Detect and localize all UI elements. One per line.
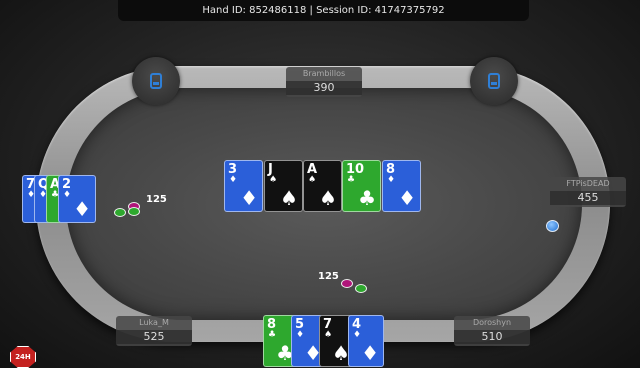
board-card: J ♠ ♠ [264, 160, 303, 212]
diamonds-icon: ♦ [240, 186, 258, 210]
chip-icon [355, 284, 367, 293]
board-card: A ♠ ♠ [303, 160, 342, 212]
diamonds-icon: ♦ [353, 330, 362, 340]
hero-card: 4 ♦ ♦ [348, 315, 384, 367]
chip-icon [114, 208, 126, 217]
hand-info-bar: Hand ID: 852486118 | Session ID: 4174737… [118, 0, 529, 21]
player-name: Luka_M [139, 318, 169, 327]
timer-badge[interactable]: 24H [10, 346, 36, 368]
diamonds-icon: ♦ [387, 175, 396, 185]
player-right[interactable]: FTPisDEAD 455 [550, 177, 626, 207]
player-bottom-left[interactable]: Luka_M 525 [116, 316, 192, 346]
seat-icon [488, 73, 500, 89]
clubs-icon: ♣ [268, 330, 277, 340]
player-name: Brambillos [302, 69, 346, 78]
board-card: 3 ♦ ♦ [224, 160, 263, 212]
player-top[interactable]: Brambillos 390 [286, 67, 362, 97]
spades-icon: ♠ [319, 186, 337, 210]
player-stack: 525 [116, 330, 192, 344]
player-stack: 455 [550, 191, 626, 205]
bet-amount: 125 [318, 271, 339, 282]
dealer-button [546, 220, 559, 232]
bet-amount: 125 [146, 194, 167, 205]
player-stack: 510 [454, 330, 530, 344]
spades-icon: ♠ [308, 175, 317, 185]
player-name: FTPisDEAD [566, 179, 610, 188]
spades-icon: ♠ [324, 330, 333, 340]
diamonds-icon: ♦ [296, 330, 305, 340]
diamonds-icon: ♦ [361, 341, 379, 365]
seat-icon [150, 73, 162, 89]
board-card: 10 ♣ ♣ [342, 160, 381, 212]
player-stack: 390 [286, 81, 362, 95]
clubs-icon: ♣ [347, 175, 356, 185]
diamonds-icon: ♦ [73, 197, 91, 221]
empty-seat-top-left[interactable] [132, 57, 180, 105]
spades-icon: ♠ [269, 175, 278, 185]
diamonds-icon: ♦ [398, 186, 416, 210]
player-card: 2 ♦ ♦ [58, 175, 96, 223]
chip-icon [128, 207, 140, 216]
spades-icon: ♠ [280, 186, 298, 210]
diamonds-icon: ♦ [229, 175, 238, 185]
clubs-icon: ♣ [358, 186, 376, 210]
player-bottom-right[interactable]: Doroshyn 510 [454, 316, 530, 346]
chip-icon [341, 279, 353, 288]
player-name: Doroshyn [472, 318, 512, 327]
diamonds-icon: ♦ [63, 190, 72, 200]
board-card: 8 ♦ ♦ [382, 160, 421, 212]
empty-seat-top-right[interactable] [470, 57, 518, 105]
